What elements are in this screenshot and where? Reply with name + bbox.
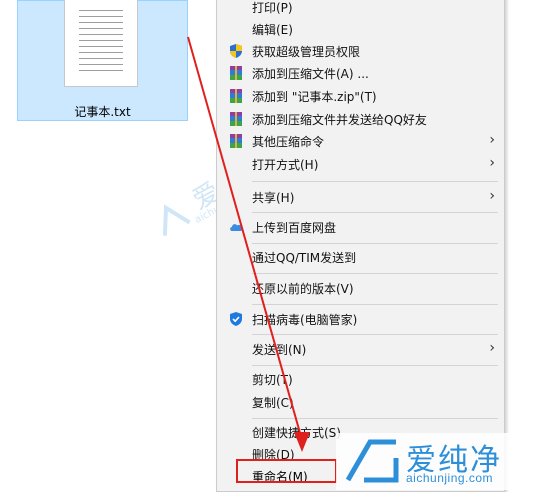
brand-logo-icon (345, 439, 399, 483)
watermark-brand: 爱纯净 aichunjing.com (336, 433, 537, 490)
annotation-arrow (187, 36, 310, 452)
brand-url: aichunjing.com (406, 471, 494, 485)
